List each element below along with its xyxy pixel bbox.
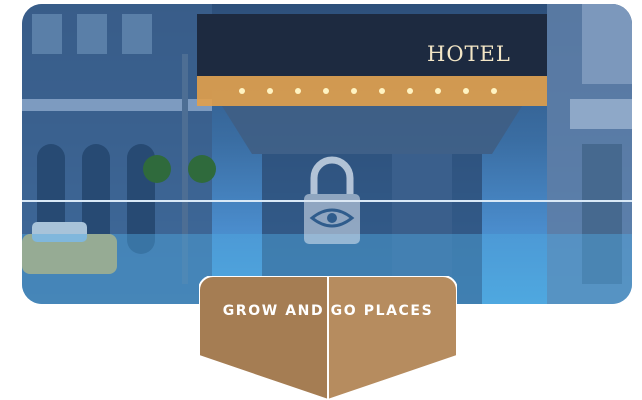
lock-eye-icon — [304, 156, 360, 244]
banner-arrow-shape — [199, 276, 457, 400]
banner-label: GROW AND GO PLACES — [222, 303, 434, 319]
hotel-sign: HOTEL — [427, 42, 511, 66]
grow-and-go-places-banner: GROW AND GO PLACES — [199, 276, 457, 400]
hero-image: HOTEL — [22, 4, 632, 304]
